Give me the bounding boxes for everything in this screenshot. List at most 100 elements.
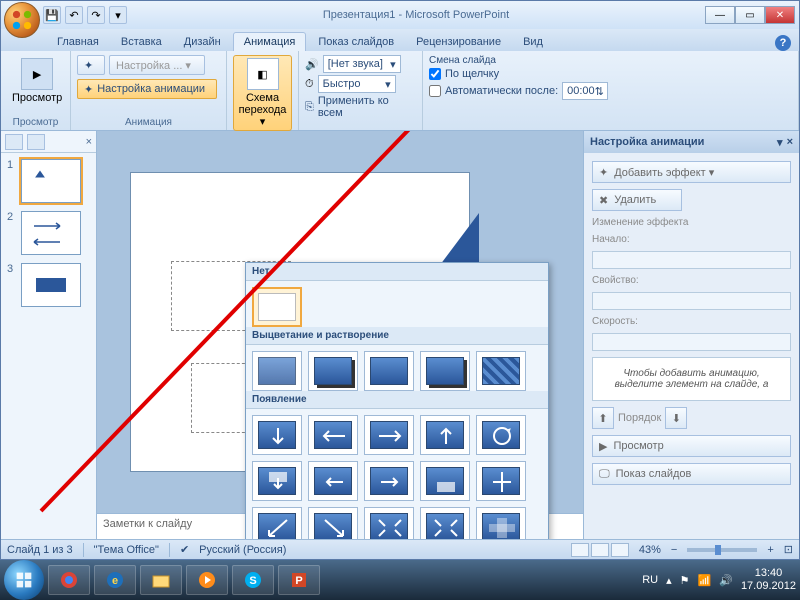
tab-insert[interactable]: Вставка [111, 33, 172, 51]
preview-button[interactable]: ▶ Просмотр [7, 55, 67, 107]
property-combo[interactable] [592, 292, 791, 310]
transition-cover-right[interactable] [364, 461, 414, 501]
star-icon: ✦ [84, 83, 93, 96]
panel-close-icon[interactable]: × [86, 136, 92, 148]
slideshow-button[interactable]: 🖵Показ слайдов [592, 463, 791, 485]
language-indicator[interactable]: Русский (Россия) [199, 544, 286, 556]
minimize-button[interactable]: — [705, 6, 735, 24]
transition-push-right[interactable] [364, 415, 414, 455]
reorder-up-button[interactable]: ⬆ [592, 407, 614, 429]
qat-more-icon[interactable]: ▾ [109, 6, 127, 24]
spellcheck-icon[interactable]: ✔ [180, 543, 189, 556]
transition-box-in[interactable] [364, 507, 414, 539]
transition-none[interactable] [252, 287, 302, 327]
transition-circle[interactable] [476, 415, 526, 455]
transition-push-up[interactable] [420, 415, 470, 455]
undo-icon[interactable]: ↶ [65, 6, 83, 24]
sorter-view-button[interactable] [591, 543, 609, 557]
tray-lang[interactable]: RU [642, 574, 658, 586]
tab-review[interactable]: Рецензирование [406, 33, 511, 51]
transition-uncover-dl[interactable] [252, 507, 302, 539]
slide-thumb-2[interactable]: 2 [7, 211, 90, 255]
taskbar-powerpoint[interactable]: P [278, 565, 320, 595]
transition-cover-down[interactable] [252, 461, 302, 501]
speed-combo[interactable] [592, 333, 791, 351]
slides-tab[interactable] [5, 134, 23, 150]
transition-cover-left[interactable] [308, 461, 358, 501]
zoom-out-button[interactable]: − [671, 544, 677, 556]
taskbar-mediaplayer[interactable] [186, 565, 228, 595]
transition-uncover-dr[interactable] [308, 507, 358, 539]
transition-fade-2[interactable] [308, 351, 358, 391]
tray-up-icon[interactable]: ▴ [666, 574, 672, 587]
transition-plus[interactable] [476, 507, 526, 539]
transition-push-left[interactable] [308, 415, 358, 455]
transition-box-out[interactable] [420, 507, 470, 539]
close-button[interactable]: ✕ [765, 6, 795, 24]
custom-animation-label: Настройка анимации [97, 83, 205, 95]
transition-gallery: Нет Выцветание и растворение Появление [245, 262, 549, 539]
modify-label: Изменение эффекта [592, 217, 791, 228]
transition-split-h[interactable] [476, 461, 526, 501]
taskbar-ie[interactable]: e [94, 565, 136, 595]
transition-push-down[interactable] [252, 415, 302, 455]
reorder-down-button[interactable]: ⬇ [665, 407, 687, 429]
transition-cover-up[interactable] [420, 461, 470, 501]
taskbar-explorer[interactable] [140, 565, 182, 595]
animate-dropdown[interactable]: Настройка ... ▾ [109, 55, 205, 75]
zoom-in-button[interactable]: + [767, 544, 773, 556]
slide-panel: × 1 2 3 [1, 131, 97, 539]
slideshow-view-button[interactable] [611, 543, 629, 557]
on-click-checkbox[interactable]: По щелчку [429, 68, 499, 80]
save-icon[interactable]: 💾 [43, 6, 61, 24]
tray-network-icon[interactable]: 📶 [698, 574, 712, 587]
preview-icon: ▶ [21, 58, 53, 90]
slide-thumb-3[interactable]: 3 [7, 263, 90, 307]
taskbar-skype[interactable]: S [232, 565, 274, 595]
play-button[interactable]: ▶Просмотр [592, 435, 791, 457]
add-effect-button[interactable]: ✦Добавить эффект ▾ [592, 161, 791, 183]
transition-scheme-button[interactable]: ◧ Схема перехода ▾ [233, 55, 292, 131]
zoom-slider[interactable] [687, 548, 757, 552]
start-combo[interactable] [592, 251, 791, 269]
sound-icon: 🔊 [305, 58, 319, 71]
normal-view-button[interactable] [571, 543, 589, 557]
remove-effect-button[interactable]: ✖Удалить [592, 189, 682, 211]
redo-icon[interactable]: ↷ [87, 6, 105, 24]
zoom-percent[interactable]: 43% [639, 544, 661, 556]
custom-animation-button[interactable]: ✦ Настройка анимации [77, 79, 217, 99]
animate-placeholder-icon[interactable]: ✦ [77, 55, 105, 75]
taskbar-chrome[interactable] [48, 565, 90, 595]
taskpane-dropdown-icon[interactable]: ▾ [777, 136, 783, 149]
chevron-down-icon: ▾ [385, 78, 391, 91]
auto-after-time[interactable]: 00:00⇅ [562, 82, 608, 100]
apply-all-icon: ⎘ [305, 101, 314, 114]
office-button[interactable] [4, 2, 40, 38]
fit-button[interactable]: ⊡ [784, 543, 793, 556]
tab-home[interactable]: Главная [47, 33, 109, 51]
apply-to-all-button[interactable]: ⎘Применить ко всем [305, 95, 416, 119]
tray-clock[interactable]: 13:40 17.09.2012 [741, 567, 796, 593]
auto-after-checkbox[interactable]: Автоматически после: 00:00⇅ [429, 82, 608, 100]
tab-animations[interactable]: Анимация [233, 32, 307, 51]
help-icon[interactable]: ? [775, 35, 791, 51]
transition-sound-combo[interactable]: [Нет звука]▾ [323, 55, 401, 73]
tray-volume-icon[interactable]: 🔊 [719, 574, 733, 587]
tab-view[interactable]: Вид [513, 33, 553, 51]
outline-tab[interactable] [27, 134, 45, 150]
transition-fade-4[interactable] [420, 351, 470, 391]
transition-fade-5[interactable] [476, 351, 526, 391]
transition-speed-combo[interactable]: Быстро▾ [318, 75, 396, 93]
tray-flag-icon[interactable]: ⚑ [680, 574, 690, 587]
app-window: 💾 ↶ ↷ ▾ Презентация1 - Microsoft PowerPo… [0, 0, 800, 560]
transition-fade-3[interactable] [364, 351, 414, 391]
gallery-section-none: Нет [246, 263, 548, 281]
property-label: Свойство: [592, 275, 791, 286]
start-button[interactable] [4, 560, 44, 600]
taskpane-close-icon[interactable]: × [787, 136, 793, 149]
tab-design[interactable]: Дизайн [174, 33, 231, 51]
maximize-button[interactable]: ▭ [735, 6, 765, 24]
transition-fade-1[interactable] [252, 351, 302, 391]
tab-slideshow[interactable]: Показ слайдов [308, 33, 404, 51]
slide-thumb-1[interactable]: 1 [7, 159, 90, 203]
